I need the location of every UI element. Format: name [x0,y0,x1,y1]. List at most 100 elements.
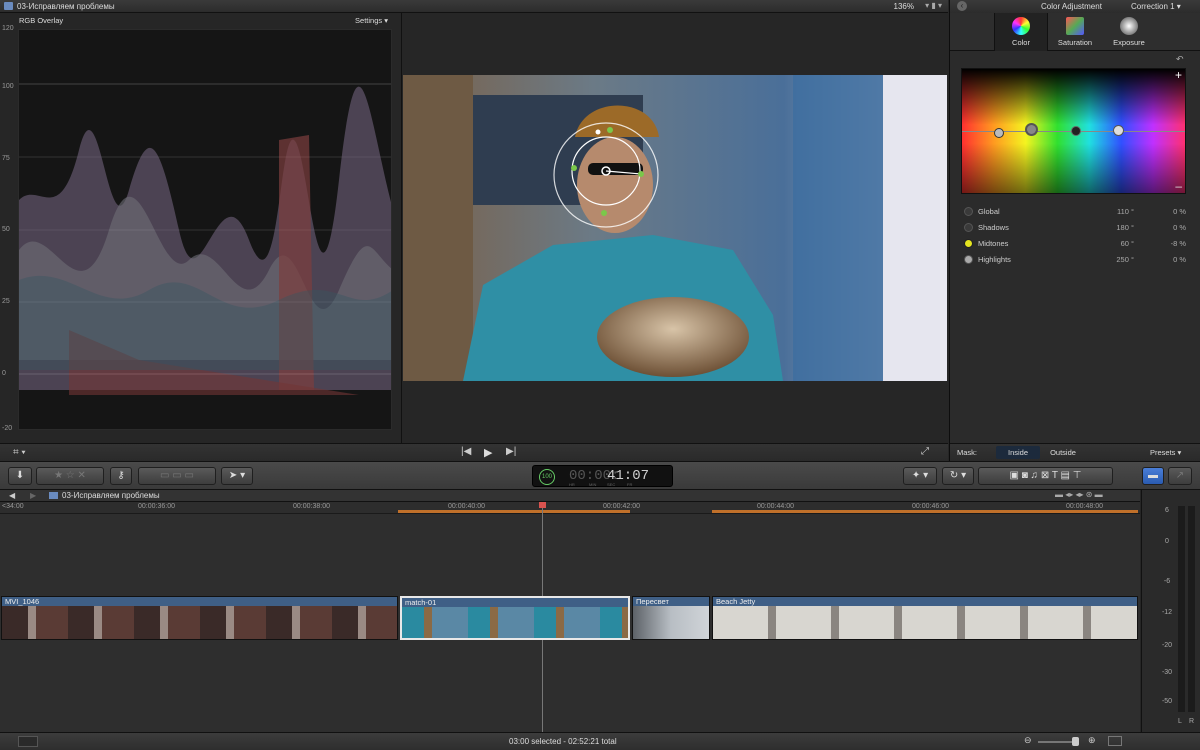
reset-icon[interactable]: ↶ [1176,54,1184,65]
mask-bar: Mask: Inside Outside Presets ▾ [950,443,1200,461]
tc-unit: FR [627,482,633,487]
enhance-button[interactable]: ✦ ▾ [903,467,937,485]
select-tool-button[interactable]: ➤ ▾ [221,467,253,485]
row-shadows[interactable]: Shadows 180 ° 0 % [962,221,1190,235]
highlights-puck[interactable] [1113,125,1124,136]
mask-outside-button[interactable]: Outside [1042,446,1084,459]
range-bar [712,510,1138,513]
meter-left [1178,506,1185,712]
clip-filmstrip [402,607,628,638]
row-percent[interactable]: 0 % [1173,255,1186,264]
fullscreen-icon[interactable]: ⤢ [921,446,929,457]
video-frame[interactable] [403,75,947,381]
next-frame-button[interactable]: ▶| [506,446,516,457]
midtones-puck[interactable] [1071,126,1081,136]
presets-menu[interactable]: Presets ▾ [1150,448,1181,457]
scope-settings-button[interactable]: Settings ▾ [355,16,388,25]
ruler-label: 00:00:36:00 [138,503,175,510]
timecode-display[interactable]: 100 00:00: 41:07 HR MIN SEC FR [532,465,673,487]
scale-label: 25 [2,298,10,305]
project-icon [49,492,58,499]
film-icon [4,2,13,10]
zoom-level[interactable]: 136% [894,2,914,11]
row-angle[interactable]: 60 ° [1121,239,1134,248]
ruler-label: <34:00 [2,503,24,510]
clip-filmstrip [2,606,397,639]
row-global[interactable]: Global 110 ° 0 % [962,205,1190,219]
row-percent[interactable]: 0 % [1173,207,1186,216]
clip-appearance-icon[interactable] [1108,736,1122,746]
clip-match-01[interactable]: match-01 [400,596,630,640]
inspector-title: Color Adjustment [1041,2,1102,11]
row-highlights[interactable]: Highlights 250 ° 0 % [962,253,1190,267]
tab-exposure[interactable]: Exposure [1102,13,1156,51]
row-angle[interactable]: 180 ° [1116,223,1134,232]
row-percent[interactable]: 0 % [1173,223,1186,232]
row-angle[interactable]: 250 ° [1116,255,1134,264]
playhead-marker[interactable] [539,502,546,508]
zoom-slider-thumb[interactable] [1072,737,1079,746]
timeline-project-name: 03-Исправляем проблемы [62,491,160,500]
global-puck[interactable] [994,128,1004,138]
previous-frame-button[interactable]: |◀ [461,446,471,457]
tab-saturation[interactable]: Saturation [1048,13,1102,51]
key-icon: ⚷ [117,470,125,481]
share-button[interactable]: ↗ [1168,467,1192,485]
timeline-view-icons[interactable]: ▬ ◂▸ ◂▸ ⊛ ▬ [1055,490,1103,499]
row-midtones[interactable]: Midtones 60 ° -8 % [962,237,1190,251]
clip-beach-jetty[interactable]: Beach Jetty [712,596,1138,640]
audio-meters: 6 0 -6 -12 -20 -30 -50 L R [1141,490,1200,732]
status-bar: 03:00 selected - 02:52:21 total ⊖ ⊕ [0,732,1200,750]
clip-peresvet[interactable]: Пересвет [632,596,710,640]
speed-indicator: 100 [539,469,555,485]
tab-color[interactable]: Color [994,13,1048,51]
edit-buttons[interactable]: ▭ ▭ ▭ [138,467,216,485]
rating-buttons[interactable]: ★ ☆ ✕ [36,467,104,485]
scale-label: 120 [2,25,14,32]
retime-button[interactable]: ↻ ▾ [942,467,974,485]
project-title: 03-Исправляем проблемы [17,1,115,11]
meter-channel-label: R [1189,718,1195,725]
crop-tool-icon[interactable]: ⌗ ▾ [13,447,26,458]
meter-scale-label: -50 [1161,698,1173,705]
row-angle[interactable]: 110 ° [1117,207,1134,216]
shadows-puck[interactable] [1025,123,1038,136]
tab-label: Exposure [1113,38,1145,47]
mask-inside-button[interactable]: Inside [996,446,1040,459]
zoom-out-icon[interactable]: ⊖ [1024,735,1032,746]
tc-unit: SEC [607,482,616,487]
back-icon[interactable]: ◀ [9,491,15,500]
scope-title: RGB Overlay [19,16,64,25]
magic-wand-icon: ✦ ▾ [911,470,929,481]
play-button[interactable]: ▶ [484,446,492,459]
clip-name: MVI_1046 [5,597,40,606]
plus-icon: + [1174,68,1182,82]
midtones-dot [964,239,973,248]
global-dot [964,207,973,216]
browsers-group[interactable]: ▣ ◙ ♫ ⊠ T ▤ ⊤ [978,467,1113,485]
meter-scale-label: 0 [1165,538,1169,545]
clip-name: match-01 [405,598,437,607]
color-board[interactable]: + – [961,68,1186,194]
row-label: Global [978,207,1000,216]
inspector-toggle-button[interactable]: ▬ [1142,467,1164,485]
timeline-ruler[interactable]: <34:00 00:00:36:00 00:00:38:00 00:00:40:… [0,502,1140,514]
row-percent[interactable]: -8 % [1171,239,1186,248]
view-options-icon[interactable]: ▾ ▮ ▾ [925,1,942,10]
inspector-header: ‹ Color Adjustment Correction 1 ▾ [950,0,1200,13]
back-arrow-icon[interactable]: ‹ [957,1,967,11]
correction-selector[interactable]: Correction 1 ▾ [1131,2,1181,11]
highlights-dot [964,255,973,264]
keyword-button[interactable]: ⚷ [110,467,132,485]
import-button[interactable]: ⬇ [8,467,32,485]
color-wheel-icon [1012,17,1030,35]
zoom-in-icon[interactable]: ⊕ [1088,735,1096,746]
tab-label: Color [1012,38,1030,47]
meter-right [1188,506,1195,712]
forward-icon[interactable]: ▶ [30,491,36,500]
row-label: Shadows [978,223,1009,232]
clip-mvi-1046[interactable]: MVI_1046 [1,596,398,640]
scale-label: -20 [2,425,13,432]
timeline-index-button[interactable] [18,736,38,747]
scale-label: 75 [2,155,10,162]
